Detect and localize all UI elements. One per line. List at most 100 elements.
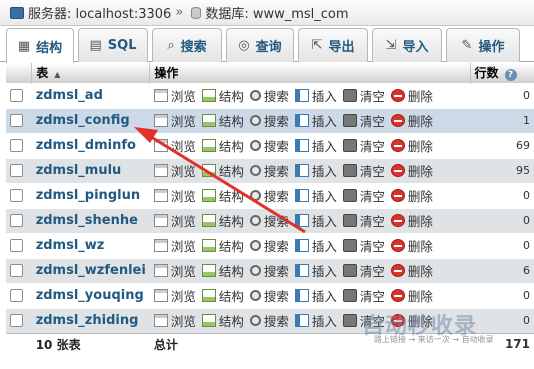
structure-icon [201,239,216,252]
breadcrumb-server[interactable]: 服务器: localhost:3306 [28,3,171,22]
action-search-link[interactable]: 搜索 [249,136,289,155]
tab-search[interactable]: ⌕ 搜索 [152,28,222,62]
action-structure-link[interactable]: 结构 [201,261,244,280]
action-browse-link[interactable]: 浏览 [153,311,196,330]
action-drop-link[interactable]: 删除 [390,286,433,305]
action-drop-link[interactable]: 删除 [390,261,433,280]
action-drop-link[interactable]: 删除 [390,211,433,230]
table-name-link[interactable]: zdmsl_wz [36,238,105,253]
action-structure-link[interactable]: 结构 [201,161,244,180]
action-insert-link[interactable]: 插入 [294,286,337,305]
row-checkbox[interactable] [10,164,23,177]
action-search-link[interactable]: 搜索 [249,111,289,130]
row-checkbox[interactable] [10,189,23,202]
action-browse-link[interactable]: 浏览 [153,286,196,305]
row-checkbox[interactable] [10,239,23,252]
action-empty-link[interactable]: 清空 [342,211,385,230]
table-name-link[interactable]: zdmsl_wzfenlei [36,263,146,278]
action-insert-link[interactable]: 插入 [294,86,337,105]
tab-import[interactable]: ⇲ 导入 [372,28,442,62]
action-structure-link[interactable]: 结构 [201,211,244,230]
row-checkbox[interactable] [10,264,23,277]
table-name-link[interactable]: zdmsl_youqing [36,288,144,303]
action-structure-link[interactable]: 结构 [201,111,244,130]
action-browse-link[interactable]: 浏览 [153,186,196,205]
action-insert-link[interactable]: 插入 [294,111,337,130]
breadcrumb-database[interactable]: 数据库: www_msl_com [205,3,348,22]
tab-query[interactable]: ◎ 查询 [226,28,294,62]
action-search-link[interactable]: 搜索 [249,161,289,180]
action-empty-link[interactable]: 清空 [342,86,385,105]
table-name-link[interactable]: zdmsl_ad [36,88,103,103]
action-search-link[interactable]: 搜索 [249,211,289,230]
action-browse-link[interactable]: 浏览 [153,86,196,105]
table-row[interactable]: zdmsl_pinglun 浏览 结构 搜索 插入 清空 删除 0 [6,182,534,208]
action-insert-link[interactable]: 插入 [294,236,337,255]
wrench-icon: ✎ [461,38,473,53]
action-drop-link[interactable]: 删除 [390,111,433,130]
action-empty-link[interactable]: 清空 [342,136,385,155]
action-insert-link[interactable]: 插入 [294,161,337,180]
row-checkbox[interactable] [10,114,23,127]
action-empty-link[interactable]: 清空 [342,111,385,130]
action-structure-link[interactable]: 结构 [201,236,244,255]
table-name-link[interactable]: zdmsl_dminfo [36,138,136,153]
action-search-link[interactable]: 搜索 [249,311,289,330]
table-row[interactable]: zdmsl_wzfenlei 浏览 结构 搜索 插入 清空 删除 6 [6,257,534,283]
action-browse-link[interactable]: 浏览 [153,261,196,280]
table-name-link[interactable]: zdmsl_shenhe [36,213,138,228]
action-insert-link[interactable]: 插入 [294,186,337,205]
row-checkbox[interactable] [10,314,23,327]
action-insert-link[interactable]: 插入 [294,261,337,280]
action-empty-link[interactable]: 清空 [342,236,385,255]
action-insert-link[interactable]: 插入 [294,311,337,330]
action-insert-link[interactable]: 插入 [294,211,337,230]
tab-operations[interactable]: ✎ 操作 [446,28,520,62]
action-drop-link[interactable]: 删除 [390,161,433,180]
action-empty-link[interactable]: 清空 [342,186,385,205]
tab-export[interactable]: ⇱ 导出 [298,28,368,62]
action-browse-link[interactable]: 浏览 [153,236,196,255]
action-structure-link[interactable]: 结构 [201,86,244,105]
table-row[interactable]: zdmsl_shenhe 浏览 结构 搜索 插入 清空 删除 0 [6,207,534,233]
action-structure-link[interactable]: 结构 [201,311,244,330]
tab-structure[interactable]: ▦ 结构 [6,28,74,63]
action-structure-link[interactable]: 结构 [201,186,244,205]
table-row[interactable]: zdmsl_ad 浏览 结构 搜索 插入 清空 删除 0 [6,82,534,108]
table-row[interactable]: zdmsl_config 浏览 结构 搜索 插入 清空 删除 1 [6,107,534,133]
action-search-link[interactable]: 搜索 [249,236,289,255]
action-search-link[interactable]: 搜索 [249,86,289,105]
action-insert-link[interactable]: 插入 [294,136,337,155]
action-browse-link[interactable]: 浏览 [153,111,196,130]
table-row[interactable]: zdmsl_dminfo 浏览 结构 搜索 插入 清空 删除 69 [6,132,534,158]
action-browse-link[interactable]: 浏览 [153,136,196,155]
help-icon[interactable]: ? [504,69,517,82]
row-checkbox[interactable] [10,289,23,302]
header-table[interactable]: 表 ▲ [31,63,151,83]
table-row[interactable]: zdmsl_wz 浏览 结构 搜索 插入 清空 删除 0 [6,232,534,258]
row-checkbox[interactable] [10,214,23,227]
action-structure-link[interactable]: 结构 [201,286,244,305]
action-drop-link[interactable]: 删除 [390,236,433,255]
action-structure-link[interactable]: 结构 [201,136,244,155]
table-name-link[interactable]: zdmsl_pinglun [36,188,140,203]
table-name-link[interactable]: zdmsl_config [36,113,130,128]
tab-sql[interactable]: ▤ SQL [78,28,148,62]
action-browse-link[interactable]: 浏览 [153,211,196,230]
action-empty-link[interactable]: 清空 [342,261,385,280]
action-drop-link[interactable]: 删除 [390,186,433,205]
action-search-link[interactable]: 搜索 [249,286,289,305]
table-name-link[interactable]: zdmsl_zhiding [36,313,139,328]
action-empty-link[interactable]: 清空 [342,286,385,305]
table-row[interactable]: zdmsl_mulu 浏览 结构 搜索 插入 清空 删除 95 [6,157,534,183]
action-browse-link[interactable]: 浏览 [153,161,196,180]
action-search-link[interactable]: 搜索 [249,186,289,205]
row-checkbox[interactable] [10,89,23,102]
action-drop-link[interactable]: 删除 [390,136,433,155]
table-name-link[interactable]: zdmsl_mulu [36,163,122,178]
action-drop-link[interactable]: 删除 [390,86,433,105]
action-empty-link[interactable]: 清空 [342,161,385,180]
header-rows[interactable]: 行数? [470,63,534,83]
row-checkbox[interactable] [10,139,23,152]
action-search-link[interactable]: 搜索 [249,261,289,280]
